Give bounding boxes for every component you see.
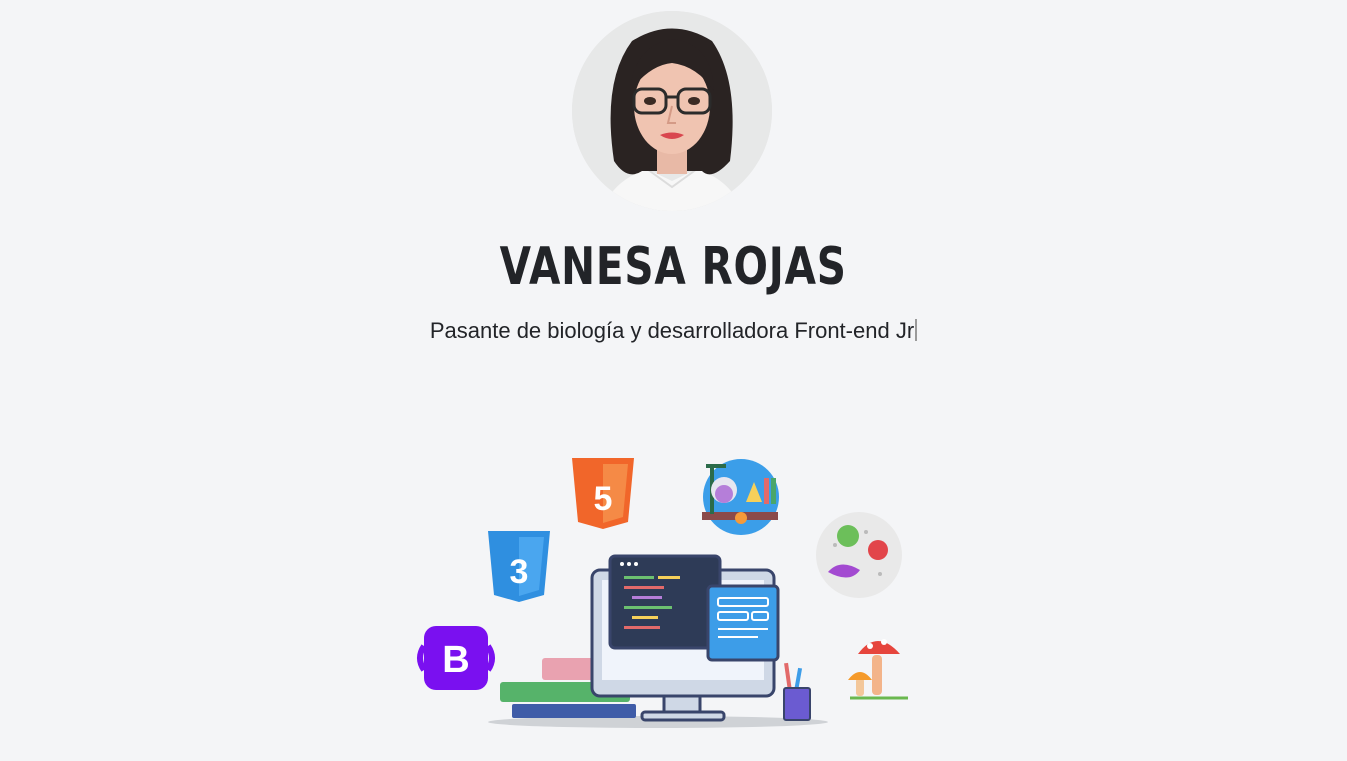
bootstrap-letter: B bbox=[442, 639, 469, 681]
skills-illustration: 5 3 B bbox=[410, 450, 920, 735]
pencil-cup-icon bbox=[783, 662, 811, 721]
css3-number: 3 bbox=[510, 553, 529, 591]
bootstrap-icon: B bbox=[417, 626, 495, 690]
mushroom-icon bbox=[848, 639, 908, 700]
profile-subtitle: Pasante de biología y desarrolladora Fro… bbox=[0, 316, 1347, 346]
subtitle-text: Pasante de biología y desarrolladora Fro… bbox=[429, 318, 915, 343]
laboratory-flask-icon bbox=[702, 459, 779, 535]
profile-page: VANESA ROJAS Pasante de biología y desar… bbox=[0, 0, 1347, 761]
profile-name: VANESA ROJAS bbox=[499, 237, 847, 297]
typing-caret bbox=[915, 319, 918, 341]
html5-number: 5 bbox=[594, 480, 613, 518]
profile-avatar bbox=[572, 11, 772, 211]
css3-icon: 3 bbox=[488, 531, 550, 602]
bacteria-icon bbox=[816, 512, 902, 598]
html5-icon: 5 bbox=[572, 458, 634, 529]
computer-monitor-icon bbox=[590, 554, 780, 722]
